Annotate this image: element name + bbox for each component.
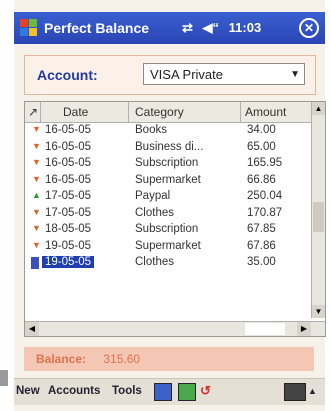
menu-bar: New Accounts Tools ↺ ▲ [14, 378, 325, 405]
balance-bar: Balance: 315.60 [24, 347, 314, 371]
vertical-scrollbar[interactable]: ▲ ▼ [311, 102, 325, 318]
table-row[interactable]: ▼ 16-05-05 Supermarket 66.86 [25, 173, 313, 190]
row-amount: 35.00 [247, 256, 276, 268]
table-row[interactable]: ▼ 16-05-05 Subscription 165.95 [25, 156, 313, 173]
expense-marker-icon: ▼ [32, 124, 41, 134]
row-amount: 66.86 [247, 173, 276, 186]
row-category: Clothes [135, 206, 174, 219]
dropdown-arrow-icon: ▼ [290, 69, 300, 80]
row-date: 16-05-05 [45, 140, 92, 153]
column-header-category[interactable]: Category [129, 102, 241, 122]
row-amount: 34.00 [247, 124, 276, 136]
undo-icon[interactable]: ↺ [200, 383, 216, 399]
grid-header: ↗ Date Category Amount [25, 102, 313, 123]
row-category: Paypal [135, 190, 171, 202]
calculator-icon[interactable] [154, 383, 172, 401]
side-edge [0, 370, 8, 386]
row-category: Subscription [135, 223, 199, 235]
windows-logo-icon[interactable] [20, 19, 38, 37]
row-date: 19-05-05 [45, 239, 92, 252]
row-date: 17-05-05 [45, 206, 92, 219]
device-screen: Perfect Balance ⇄ ◀“ 11:03 ✕ Account: VI… [14, 0, 326, 411]
balance-value: 315.60 [103, 352, 141, 366]
row-amount: 67.85 [247, 223, 276, 235]
keyboard-icon[interactable] [284, 383, 306, 401]
account-label: Account: [37, 67, 98, 83]
row-category: Books [135, 124, 167, 136]
row-amount: 170.87 [247, 206, 283, 219]
table-row[interactable]: ▼ 16-05-05 Books 34.00 [25, 123, 313, 140]
menu-new[interactable]: New [16, 385, 40, 397]
grid-rows: ▼ 16-05-05 Books 34.00 ▼ 16-05-05 Busine… [25, 123, 313, 272]
scroll-right-icon[interactable]: ▶ [297, 322, 311, 336]
row-date: 16-05-05 [45, 157, 92, 169]
row-amount: 165.95 [247, 157, 283, 169]
account-value: VISA Private [150, 67, 223, 82]
scroll-down-icon[interactable]: ▼ [312, 305, 325, 318]
row-category: Supermarket [135, 173, 201, 186]
row-amount: 250.04 [247, 190, 283, 202]
expense-marker-icon: ▼ [32, 140, 41, 151]
row-category: Subscription [135, 157, 199, 169]
transactions-grid[interactable]: ↗ Date Category Amount ▼ 16-05-05 Books … [24, 101, 326, 337]
table-row[interactable]: ▼ 18-05-05 Subscription 67.85 [25, 222, 313, 239]
title-bar: Perfect Balance ⇄ ◀“ 11:03 ✕ [14, 12, 325, 44]
expense-marker-icon: ▼ [32, 239, 41, 250]
expense-marker-icon: ▼ [32, 206, 41, 217]
expense-marker-icon: ▼ [32, 157, 41, 167]
scroll-thumb-horizontal[interactable] [245, 323, 285, 335]
table-row-selected[interactable]: 19-05-05 Clothes 35.00 [25, 255, 313, 272]
table-row[interactable]: ▼ 16-05-05 Business di... 65.00 [25, 140, 313, 157]
row-category: Clothes [135, 256, 174, 268]
scroll-thumb[interactable] [313, 202, 324, 232]
row-amount: 65.00 [247, 140, 276, 153]
sort-indicator-icon[interactable]: ↗ [25, 102, 41, 122]
account-select[interactable]: VISA Private ▼ [143, 63, 305, 85]
scroll-left-icon[interactable]: ◀ [25, 322, 39, 336]
row-date: 16-05-05 [45, 124, 92, 136]
row-date: 17-05-05 [45, 190, 92, 202]
income-marker-icon: ▲ [32, 190, 41, 200]
column-header-date[interactable]: Date [41, 102, 129, 122]
chart-icon[interactable] [178, 383, 196, 401]
row-category: Supermarket [135, 239, 201, 252]
column-header-amount[interactable]: Amount [241, 102, 313, 122]
clock: 11:03 [228, 20, 262, 35]
menu-accounts[interactable]: Accounts [48, 385, 100, 397]
account-panel: Account: VISA Private ▼ [24, 55, 316, 95]
signal-icon: ⇄ [182, 20, 193, 35]
table-row[interactable]: ▼ 19-05-05 Supermarket 67.86 [25, 239, 313, 256]
balance-label: Balance: [36, 352, 87, 366]
table-row[interactable]: ▲ 17-05-05 Paypal 250.04 [25, 189, 313, 206]
row-category: Business di... [135, 140, 204, 153]
table-row[interactable]: ▼ 17-05-05 Clothes 170.87 [25, 206, 313, 223]
expense-marker-icon: ▼ [32, 223, 41, 233]
expense-marker-icon: ▼ [32, 173, 41, 184]
speaker-icon: ◀“ [202, 20, 220, 35]
close-icon[interactable]: ✕ [299, 18, 319, 38]
row-amount: 67.86 [247, 239, 276, 252]
keyboard-arrow-icon[interactable]: ▲ [308, 386, 324, 402]
row-date: 16-05-05 [45, 173, 92, 186]
selection-marker-icon [31, 257, 39, 269]
row-date: 18-05-05 [45, 223, 92, 235]
status-area[interactable]: ⇄ ◀“ 11:03 [182, 20, 261, 36]
horizontal-scrollbar[interactable]: ◀ ▶ [25, 321, 325, 336]
menu-tools[interactable]: Tools [112, 385, 142, 397]
app-title: Perfect Balance [44, 20, 150, 36]
row-date: 19-05-05 [42, 256, 95, 268]
scroll-up-icon[interactable]: ▲ [312, 102, 325, 115]
